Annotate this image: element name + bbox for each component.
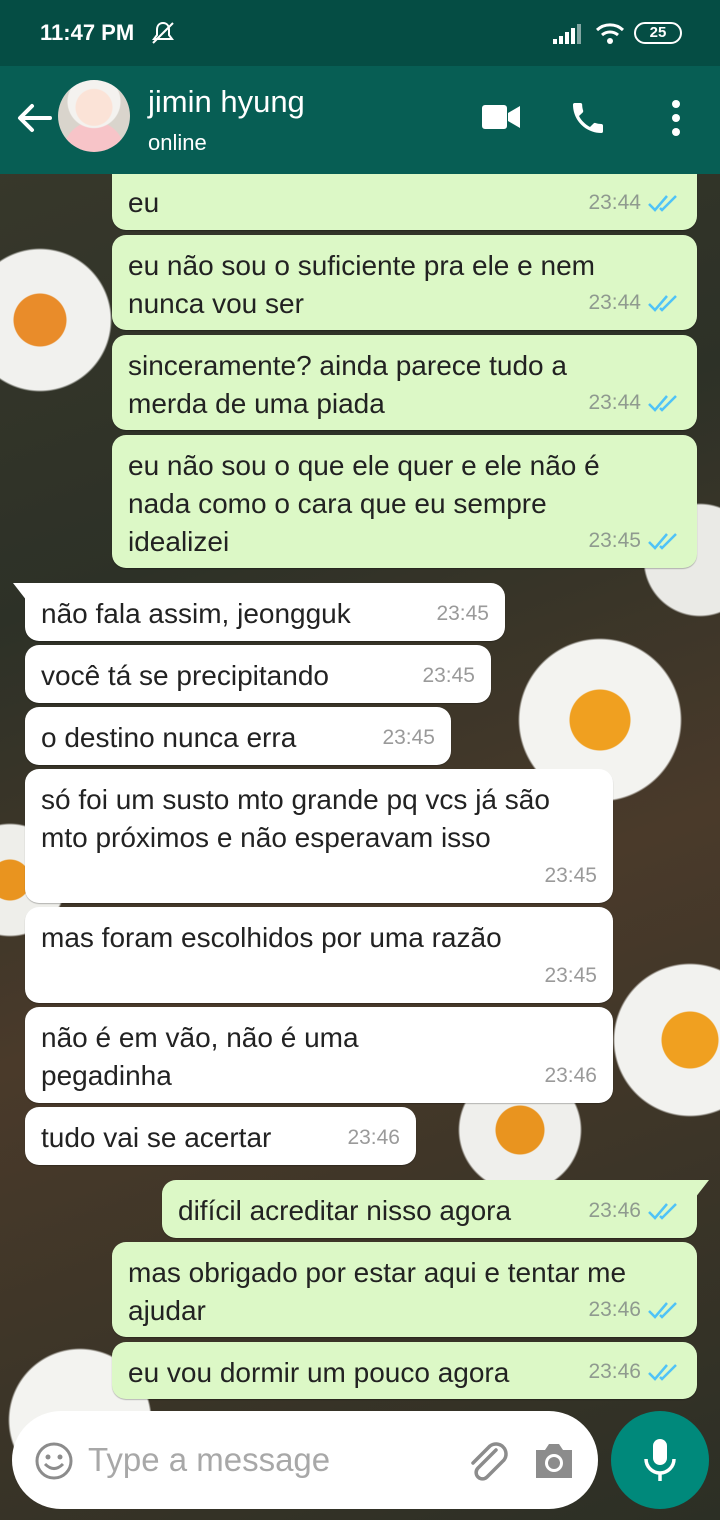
contact-name[interactable]: jimin hyung	[148, 84, 305, 120]
message-meta: 23:46	[544, 1057, 597, 1095]
status-time: 11:47 PM	[40, 20, 135, 45]
emoji-icon[interactable]	[34, 1441, 74, 1481]
message-text: não fala assim, jeongguk	[41, 598, 351, 629]
battery-icon: 25	[634, 22, 682, 44]
message-bubble-incoming[interactable]: tudo vai se acertar 23:46	[25, 1107, 416, 1165]
message-time: 23:45	[382, 726, 435, 749]
message-bubble-outgoing[interactable]: difícil acreditar nisso agora 23:46	[162, 1180, 709, 1238]
message-meta: 23:45	[588, 522, 681, 560]
read-receipt-icon	[648, 533, 677, 550]
message-time: 23:44	[588, 291, 641, 314]
message-bubble-incoming[interactable]: você tá se precipitando 23:45	[25, 645, 491, 703]
message-meta: 23:46	[588, 1192, 681, 1230]
message-bubble-outgoing[interactable]: eu vou dormir um pouco agora 23:46	[112, 1342, 697, 1399]
message-meta: 23:44	[588, 384, 681, 422]
message-text: o destino nunca erra	[41, 722, 297, 753]
message-bubble-incoming[interactable]: mas foram escolhidos por uma razão 23:45	[25, 907, 613, 1003]
signal-icon	[553, 24, 581, 44]
contact-avatar[interactable]	[58, 80, 130, 152]
message-meta: 23:44	[588, 184, 681, 222]
voice-call-icon[interactable]	[568, 98, 608, 138]
message-bubble-outgoing[interactable]: eu 23:44	[112, 174, 697, 230]
camera-icon[interactable]	[532, 1441, 576, 1481]
chat-header: jimin hyung online	[0, 66, 720, 174]
message-time: 23:45	[588, 529, 641, 552]
message-meta: 23:46	[588, 1353, 681, 1391]
read-receipt-icon	[648, 1302, 677, 1319]
notifications-muted-icon	[152, 21, 174, 44]
message-meta: 23:45	[382, 719, 435, 757]
message-text: não é em vão, não é uma pegadinha	[41, 1022, 359, 1091]
microphone-icon	[644, 1439, 676, 1481]
message-meta: 23:44	[588, 284, 681, 322]
contact-status: online	[148, 130, 207, 155]
message-meta: 23:45	[422, 657, 475, 695]
message-time: 23:46	[588, 1360, 641, 1383]
message-time: 23:45	[544, 964, 597, 987]
message-time: 23:46	[544, 1064, 597, 1087]
more-options-icon[interactable]	[662, 98, 690, 138]
read-receipt-icon	[648, 1364, 677, 1381]
message-time: 23:44	[588, 191, 641, 214]
message-text: você tá se precipitando	[41, 660, 329, 691]
message-time: 23:46	[588, 1199, 641, 1222]
message-bubble-incoming[interactable]: o destino nunca erra 23:45	[25, 707, 451, 765]
message-text: mas foram escolhidos por uma razão	[41, 922, 502, 953]
message-bubble-incoming[interactable]: não é em vão, não é uma pegadinha 23:46	[25, 1007, 613, 1103]
message-time: 23:44	[588, 391, 641, 414]
message-bubble-incoming[interactable]: só foi um susto mto grande pq vcs já são…	[25, 769, 613, 903]
message-bubble-outgoing[interactable]: sinceramente? ainda parece tudo a merda …	[112, 335, 697, 430]
message-meta: 23:45	[544, 957, 597, 995]
read-receipt-icon	[648, 195, 677, 212]
video-call-icon[interactable]	[482, 102, 520, 132]
message-time: 23:45	[422, 664, 475, 687]
message-text: tudo vai se acertar	[41, 1122, 272, 1153]
read-receipt-icon	[648, 1203, 677, 1220]
message-composer	[12, 1411, 598, 1509]
message-text: eu não sou o que ele quer e ele não é na…	[128, 450, 600, 557]
message-bubble-outgoing[interactable]: eu não sou o suficiente pra ele e nem nu…	[112, 235, 697, 330]
message-meta: 23:46	[588, 1291, 681, 1329]
message-time: 23:45	[544, 864, 597, 887]
message-time: 23:45	[436, 602, 489, 625]
read-receipt-icon	[648, 395, 677, 412]
message-text: só foi um susto mto grande pq vcs já são…	[41, 784, 550, 853]
message-text: mas obrigado por estar aqui e tentar me …	[128, 1257, 627, 1326]
read-receipt-icon	[648, 295, 677, 312]
message-bubble-outgoing[interactable]: mas obrigado por estar aqui e tentar me …	[112, 1242, 697, 1337]
message-meta: 23:46	[347, 1119, 400, 1157]
message-time: 23:46	[347, 1126, 400, 1149]
message-time: 23:46	[588, 1298, 641, 1321]
back-arrow-icon[interactable]	[14, 98, 54, 138]
message-meta: 23:45	[544, 857, 597, 895]
message-input[interactable]	[88, 1435, 418, 1485]
message-text: sinceramente? ainda parece tudo a merda …	[128, 350, 567, 419]
message-text: eu não sou o suficiente pra ele e nem nu…	[128, 250, 595, 319]
status-bar: 11:47 PM 25	[0, 0, 720, 66]
message-meta: 23:45	[436, 595, 489, 633]
attachment-icon[interactable]	[464, 1438, 510, 1484]
voice-message-button[interactable]	[611, 1411, 709, 1509]
wifi-icon	[595, 23, 625, 44]
message-bubble-incoming[interactable]: não fala assim, jeongguk 23:45	[13, 583, 505, 641]
message-bubble-outgoing[interactable]: eu não sou o que ele quer e ele não é na…	[112, 435, 697, 568]
